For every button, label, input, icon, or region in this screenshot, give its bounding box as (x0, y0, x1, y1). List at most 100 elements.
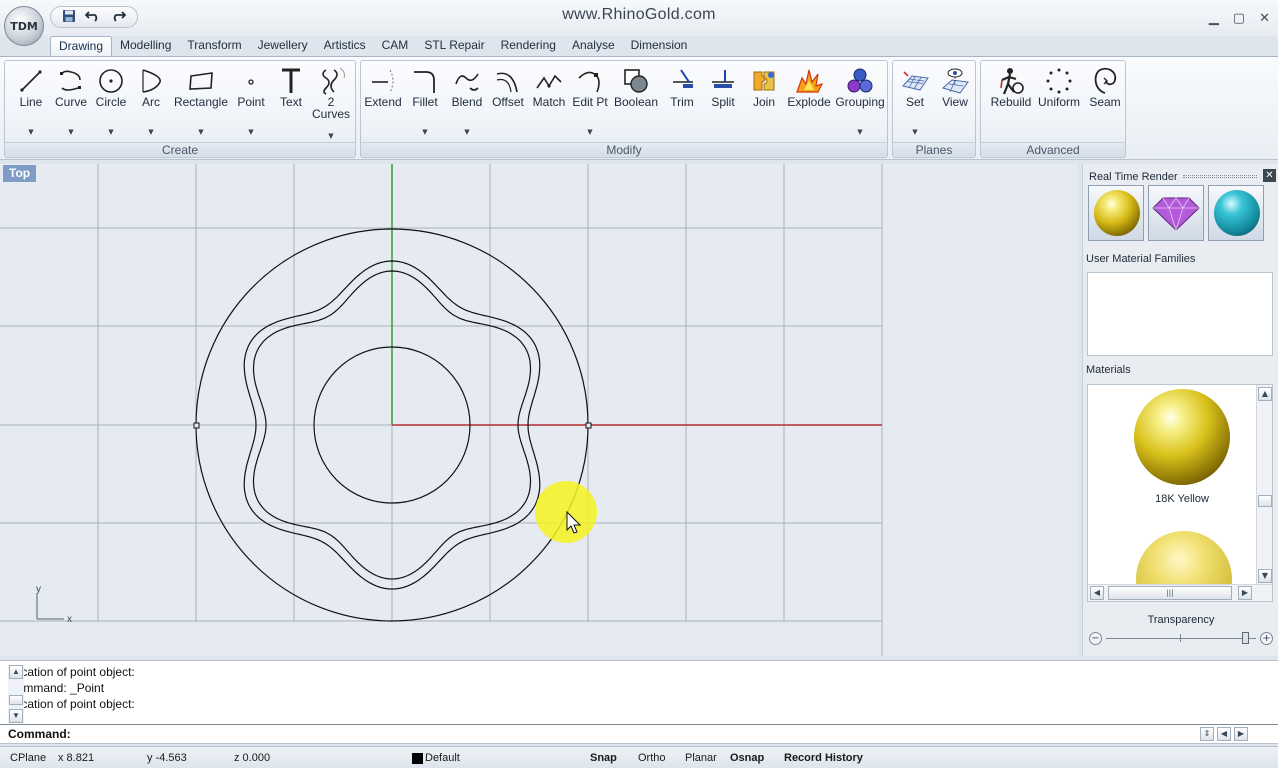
layer-color-swatch[interactable] (412, 753, 423, 764)
tab-stl-repair[interactable]: STL Repair (416, 36, 492, 56)
tab-artistics[interactable]: Artistics (316, 36, 374, 56)
chevron-down-icon[interactable]: ▼ (570, 128, 610, 136)
material-item[interactable]: 18K Yellow (1132, 389, 1232, 509)
chevron-left-icon[interactable]: ◀ (1217, 727, 1231, 741)
materials-list[interactable]: 18K Yellow ▲ ▼ ◀ ||| ▶ (1087, 384, 1273, 602)
scroll-down-icon[interactable]: ▼ (1258, 569, 1272, 583)
history-updown-icon[interactable]: ⇕ (1200, 727, 1214, 741)
blend-icon (447, 66, 487, 96)
viewport-canvas[interactable]: y x (0, 164, 1078, 656)
grouping-button[interactable]: Grouping ▼ (835, 64, 885, 142)
rebuild-button[interactable]: Rebuild (991, 64, 1031, 142)
materials-label: Materials (1086, 364, 1131, 376)
planar-toggle[interactable]: Planar (685, 752, 717, 764)
tab-transform[interactable]: Transform (179, 36, 249, 56)
cplane-label[interactable]: CPlane (10, 752, 46, 764)
view-plane-button[interactable]: View (935, 64, 975, 142)
tab-jewellery[interactable]: Jewellery (250, 36, 316, 56)
layer-name[interactable]: Default (425, 752, 460, 764)
app-logo-button[interactable]: TDM (4, 6, 44, 46)
join-button[interactable]: Join (744, 64, 784, 142)
render-gold-thumbnail[interactable] (1088, 185, 1144, 241)
rectangle-icon (181, 66, 221, 96)
tab-cam[interactable]: CAM (374, 36, 417, 56)
group-label-planes: Planes (893, 142, 975, 157)
chevron-down-icon[interactable]: ▼ (231, 128, 271, 136)
uniform-icon (1039, 66, 1079, 96)
explode-button[interactable]: Explode (787, 64, 831, 142)
scroll-up-icon[interactable]: ▲ (9, 665, 23, 679)
chevron-down-icon[interactable]: ▼ (131, 128, 171, 136)
chevron-down-icon[interactable]: ▼ (181, 128, 221, 136)
panel-grip[interactable] (1183, 175, 1257, 178)
tab-modelling[interactable]: Modelling (112, 36, 179, 56)
render-teal-thumbnail[interactable] (1208, 185, 1264, 241)
command-history: Location of point object: Command: _Poin… (0, 660, 1278, 724)
ribbon-tabs: Drawing Modelling Transform Jewellery Ar… (50, 36, 695, 56)
osnap-toggle[interactable]: Osnap (730, 752, 764, 764)
chevron-down-icon[interactable]: ▼ (895, 128, 935, 136)
seam-button[interactable]: Seam (1085, 64, 1125, 142)
chevron-right-icon[interactable]: ▶ (1234, 727, 1248, 741)
top-viewport[interactable]: Top y x (0, 164, 1078, 656)
tab-rendering[interactable]: Rendering (493, 36, 564, 56)
command-input[interactable] (80, 726, 1180, 743)
horizontal-scrollbar[interactable]: ◀ ||| ▶ (1088, 584, 1272, 601)
arc-button[interactable]: Arc ▼ (131, 64, 171, 142)
transparency-slider[interactable]: − + (1089, 630, 1273, 648)
grouping-icon (840, 66, 880, 96)
close-icon[interactable]: ✕ (1259, 12, 1270, 25)
chevron-down-icon[interactable]: ▼ (840, 128, 880, 136)
scroll-up-icon[interactable]: ▲ (1258, 387, 1272, 401)
boolean-icon (616, 66, 656, 96)
edit-pt-button[interactable]: Edit Pt ▼ (570, 64, 610, 142)
minus-icon[interactable]: − (1089, 632, 1102, 645)
tab-analyse[interactable]: Analyse (564, 36, 623, 56)
title-bar: www.RhinoGold.com ▁ ▢ ✕ (0, 0, 1278, 36)
restore-icon[interactable]: ▢ (1233, 12, 1245, 25)
eye-plane-icon (935, 66, 975, 96)
chevron-down-icon[interactable]: ▼ (447, 128, 487, 136)
viewport-label[interactable]: Top (3, 165, 37, 182)
chevron-down-icon[interactable]: ▼ (405, 128, 445, 136)
point-object (193, 422, 200, 429)
scroll-thumb[interactable]: ||| (1108, 586, 1232, 600)
snap-toggle[interactable]: Snap (590, 752, 617, 764)
chevron-down-icon[interactable]: ▼ (51, 128, 91, 136)
slider-handle[interactable] (1241, 632, 1249, 644)
ortho-toggle[interactable]: Ortho (638, 752, 666, 764)
real-time-render-header: Real Time Render ✕ (1089, 169, 1276, 183)
uniform-button[interactable]: Uniform (1038, 64, 1080, 142)
scroll-down-icon[interactable]: ▼ (9, 709, 23, 723)
scroll-thumb[interactable] (1258, 495, 1272, 507)
scroll-left-icon[interactable]: ◀ (1090, 586, 1104, 600)
chevron-down-icon[interactable]: ▼ (11, 128, 51, 136)
tab-dimension[interactable]: Dimension (623, 36, 696, 56)
boolean-button[interactable]: Boolean (614, 64, 658, 142)
rectangle-button[interactable]: Rectangle ▼ (174, 64, 228, 142)
fillet-icon (405, 66, 445, 96)
scroll-right-icon[interactable]: ▶ (1238, 586, 1252, 600)
join-icon (744, 66, 784, 96)
plus-icon[interactable]: + (1260, 632, 1273, 645)
chevron-down-icon[interactable]: ▼ (91, 128, 131, 136)
vertical-scrollbar[interactable]: ▲ ▼ (8, 665, 24, 723)
close-icon[interactable]: ✕ (1263, 169, 1276, 182)
minimize-icon[interactable]: ▁ (1209, 12, 1219, 25)
two-curves-button[interactable]: 2 Curves ▼ (311, 64, 351, 142)
chevron-down-icon[interactable]: ▼ (311, 132, 351, 140)
point-icon (231, 66, 271, 96)
axis-y-label: y (36, 584, 41, 595)
group-modify: Extend Fillet ▼ Blend ▼ Offset Match Edi… (360, 60, 888, 158)
teal-sphere-icon (1214, 190, 1260, 236)
render-gem-thumbnail[interactable] (1148, 185, 1204, 241)
record-history-toggle[interactable]: Record History (784, 752, 863, 764)
vertical-scrollbar[interactable]: ▲ ▼ (1256, 385, 1272, 585)
group-planes: Set ▼ View Planes (892, 60, 976, 158)
user-material-families-list[interactable] (1087, 272, 1273, 356)
coord-y: y -4.563 (147, 752, 187, 764)
history-line: Location of point object: (8, 697, 135, 711)
scroll-thumb[interactable] (9, 695, 23, 705)
tab-drawing[interactable]: Drawing (50, 36, 113, 56)
purple-gem-icon (1152, 197, 1200, 232)
